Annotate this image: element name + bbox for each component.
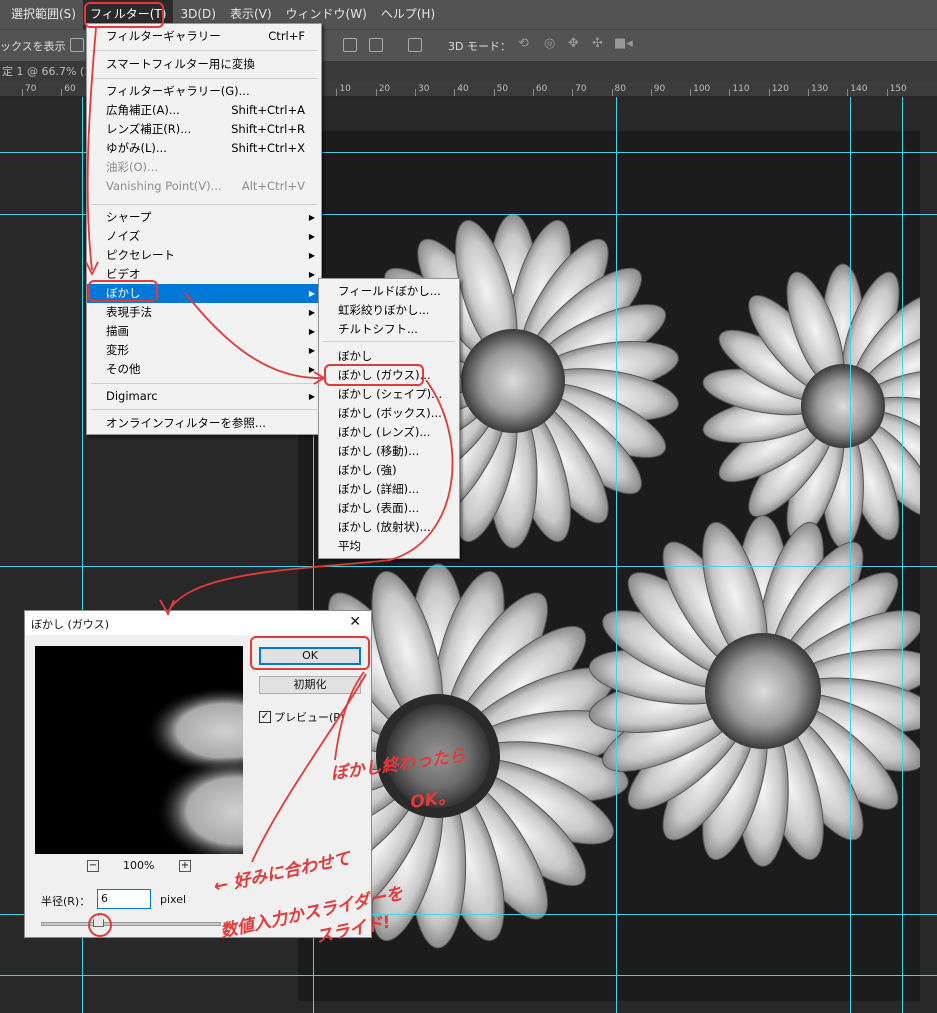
- highlight-filter-menu: [84, 2, 164, 28]
- highlight-gaussian-item: [324, 364, 424, 386]
- highlight-ok-button: [250, 636, 370, 670]
- highlight-slider-handle: [88, 913, 112, 937]
- annotation-overlay: [85, 27, 454, 863]
- highlight-blur-item: [88, 280, 158, 302]
